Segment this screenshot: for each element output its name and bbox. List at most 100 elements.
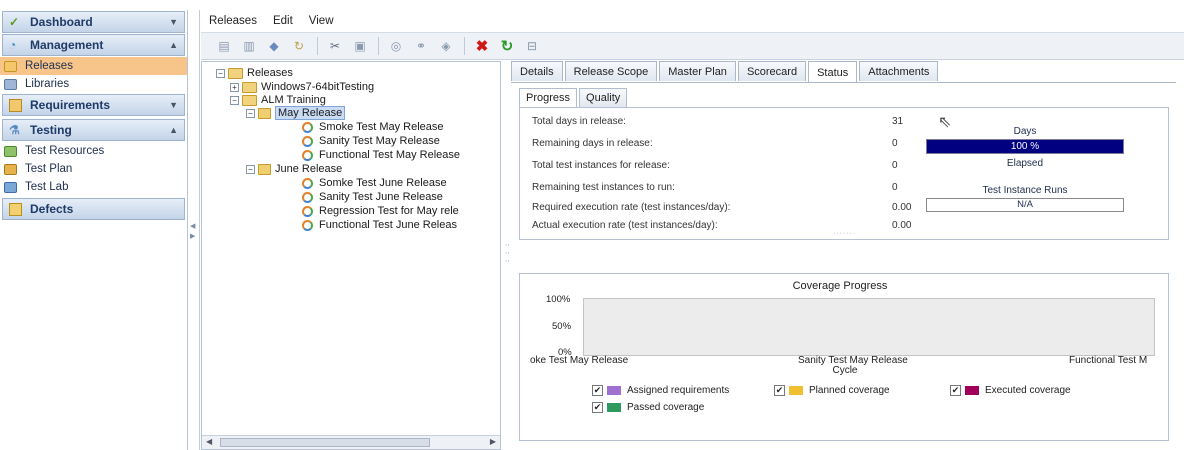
test-resources-icon [4,145,17,157]
tab-status[interactable]: Status [808,61,858,83]
legend-assigned-requirements[interactable]: ✔ Assigned requirements [592,385,729,396]
test-instance-runs-caption: Test Instance Runs [982,185,1068,196]
link-icon[interactable]: ⚭ [412,37,430,55]
nav-item-label: Test Lab [25,181,69,193]
expand-toggle[interactable]: + [230,82,239,92]
tree-node-june-release[interactable]: − June Release [246,162,342,176]
days-progress-bar: 100 % [926,139,1124,154]
cut-icon[interactable]: ✂ [326,37,344,55]
nav-item-test-resources[interactable]: Test Resources [0,142,187,160]
collapse-left-icon[interactable]: ◀ [190,222,195,230]
tree-horizontal-scrollbar[interactable]: ◀ ▶ [202,435,500,449]
stat-label: Total days in release: [532,116,626,127]
legend-planned-coverage[interactable]: ✔ Planned coverage [774,385,890,396]
folder-icon [242,81,257,93]
menu-releases[interactable]: Releases [209,15,257,27]
nav-item-test-lab[interactable]: Test Lab [0,178,187,196]
nav-item-libraries[interactable]: Libraries [0,75,187,93]
nav-item-label: Libraries [25,78,70,90]
legend-label: Executed coverage [985,385,1071,396]
tree-node-releases-root[interactable]: − Releases [216,66,293,80]
checkbox-checked[interactable]: ✔ [950,385,961,396]
find-icon[interactable]: ◎ [387,37,405,55]
subtab-quality[interactable]: Quality [579,88,628,107]
progress-summary: Total days in release: 31 Remaining days… [519,107,1169,240]
collapse-toggle[interactable]: − [216,68,225,78]
checkbox-checked[interactable]: ✔ [592,385,603,396]
collapse-toggle[interactable]: − [246,164,255,174]
chevron-up-icon[interactable]: ▲ [169,40,178,50]
details-tabs: Details Release Scope Master Plan Scorec… [511,61,940,83]
y-tick-label: 50% [552,321,572,332]
nav-item-test-plan[interactable]: Test Plan [0,160,187,178]
tree-node-cycle[interactable]: Regression Test for May rele [302,204,459,218]
expand-right-icon[interactable]: ▶ [190,232,195,240]
sidebar-splitter[interactable]: ◀ ▶ [188,10,200,450]
nav-group-management[interactable]: ◔ Management ▲ [2,34,185,56]
refresh-icon[interactable]: ↻ [498,37,516,55]
cycle-icon [302,149,313,161]
legend-swatch [607,403,621,412]
legend-executed-coverage[interactable]: ✔ Executed coverage [950,385,1071,396]
legend-passed-coverage[interactable]: ✔ Passed coverage [592,402,704,413]
chevron-down-icon[interactable]: ▼ [169,17,178,27]
tree-node-cycle[interactable]: Sanity Test May Release [302,134,440,148]
folder-icon [228,67,243,79]
test-plan-icon [4,163,17,175]
nav-group-defects[interactable]: Defects [2,198,185,220]
tab-release-scope[interactable]: Release Scope [564,61,658,81]
defects-icon [9,202,22,216]
elapsed-label: Elapsed [1006,158,1044,169]
collapse-toggle[interactable]: − [246,108,255,118]
toolbar-separator [378,37,379,55]
chevron-down-icon[interactable]: ▼ [169,100,178,110]
tree-splitter[interactable]: ⋮⋮⋮ [501,61,513,450]
scroll-right-icon[interactable]: ▶ [490,437,496,446]
menu-view[interactable]: View [309,15,334,27]
checkbox-checked[interactable]: ✔ [592,402,603,413]
scrollbar-thumb[interactable] [220,438,430,447]
checkbox-checked[interactable]: ✔ [774,385,785,396]
days-progress-label: 100 % [1010,141,1040,152]
tree-node-label: ALM Training [261,94,326,106]
tree-node-cycle[interactable]: Somke Test June Release [302,176,447,190]
menu-edit[interactable]: Edit [273,15,293,27]
tree-node-cycle[interactable]: Functional Test May Release [302,148,460,162]
new-cycle-icon[interactable]: ◆ [265,37,283,55]
flag-icon[interactable]: ◈ [437,37,455,55]
tree-node-label: Smoke Test May Release [319,121,444,133]
nav-item-releases[interactable]: Releases [0,57,187,75]
tab-details[interactable]: Details [511,61,563,81]
chevron-up-icon[interactable]: ▲ [169,125,178,135]
new-release-icon[interactable]: ▥ [240,37,258,55]
tree-node-folder[interactable]: + Windows7-64bitTesting [230,80,374,94]
subtab-progress[interactable]: Progress [519,88,578,107]
refresh-tree-icon[interactable]: ↻ [290,37,308,55]
stat-value: 31 [892,116,904,127]
tree-node-may-release[interactable]: − May Release [246,106,346,120]
nav-group-dashboard[interactable]: ✓ Dashboard ▼ [2,11,185,33]
stat-value: 0.00 [892,202,912,213]
tab-attachments[interactable]: Attachments [859,61,939,81]
filter-icon[interactable]: ⊟ [523,37,541,55]
tree-node-cycle[interactable]: Smoke Test May Release [302,120,444,134]
legend-label: Passed coverage [627,402,705,413]
panel-resize-grip[interactable]: ······· [833,230,856,237]
nav-item-label: Test Resources [25,145,105,157]
tab-master-plan[interactable]: Master Plan [659,61,736,81]
coverage-progress-chart: Coverage Progress 100% 50% 0% oke Test M… [519,273,1169,441]
stat-label: Remaining days in release: [532,138,653,149]
tab-scorecard[interactable]: Scorecard [737,61,807,81]
new-release-folder-icon[interactable]: ▤ [215,37,233,55]
scroll-left-icon[interactable]: ◀ [206,437,212,446]
nav-group-label: Testing [30,123,72,137]
nav-group-testing[interactable]: ⚗ Testing ▲ [2,119,185,141]
delete-icon[interactable]: ✖ [473,37,491,55]
collapse-toggle[interactable]: − [230,95,239,105]
paste-icon[interactable]: ▣ [351,37,369,55]
tree-node-cycle[interactable]: Sanity Test June Release [302,190,443,204]
nav-group-label: Dashboard [30,15,93,29]
tree-node-cycle[interactable]: Functional Test June Releas [302,218,457,232]
tree-node-folder[interactable]: − ALM Training [230,93,326,107]
nav-group-requirements[interactable]: Requirements ▼ [2,94,185,116]
